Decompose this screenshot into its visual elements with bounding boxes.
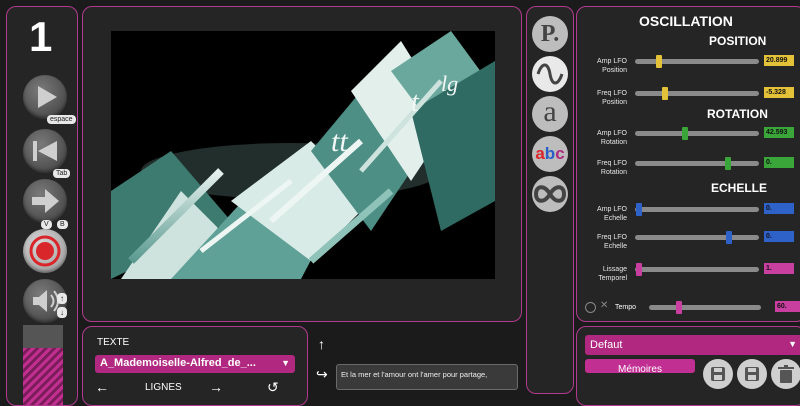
- play-button[interactable]: [23, 75, 67, 119]
- lissage-slider[interactable]: [635, 267, 759, 272]
- memory-panel: Defaut ▼ Mémoires: [576, 326, 800, 406]
- amp-echelle-slider[interactable]: [635, 207, 759, 212]
- preset-value: Defaut: [590, 339, 623, 351]
- rotation-title: ROTATION: [707, 107, 768, 121]
- freq-echelle-slider[interactable]: [635, 235, 759, 240]
- amp-rotation-thumb[interactable]: [682, 127, 689, 140]
- letter-a-icon: a: [543, 95, 557, 128]
- freq-echelle-label: Freq LFO Echelle: [597, 234, 627, 250]
- amp-echelle-label: Amp LFO Echelle: [597, 206, 627, 222]
- save-icon: [745, 367, 759, 381]
- next-shortcut: Tab: [53, 169, 71, 178]
- tab-paragraph[interactable]: P.: [532, 16, 568, 52]
- tempo-slider[interactable]: [649, 305, 761, 310]
- level-meter: [23, 325, 63, 405]
- close-icon[interactable]: ✕: [600, 300, 608, 311]
- freq-rotation-value[interactable]: 0.: [764, 157, 794, 168]
- current-line-box: Et la mer et l'amour ont l'amer pour par…: [336, 364, 518, 390]
- amp-rotation-slider[interactable]: [635, 131, 759, 136]
- rec-shortcut-b: B: [57, 220, 68, 229]
- track-number: 1: [29, 13, 53, 60]
- rec-shortcut-v: V: [41, 220, 52, 229]
- play-icon: [38, 86, 57, 108]
- volume-down-icon[interactable]: ↓: [57, 307, 67, 318]
- tab-loop[interactable]: [532, 176, 568, 212]
- amp-position-slider[interactable]: [635, 59, 759, 64]
- freq-echelle-value[interactable]: 0.: [764, 231, 794, 242]
- line-return-icon[interactable]: ↪: [316, 366, 328, 383]
- line-up-icon[interactable]: ↑: [318, 336, 325, 352]
- current-line-text: Et la mer et l'amour ont l'amer pour par…: [341, 370, 488, 379]
- tab-letter[interactable]: a: [532, 96, 568, 132]
- next-button[interactable]: [23, 179, 67, 223]
- text-panel-title: TEXTE: [97, 337, 130, 348]
- line-next-button[interactable]: →: [209, 379, 223, 395]
- trash-icon: [778, 365, 794, 383]
- save-button[interactable]: [737, 359, 767, 389]
- freq-position-thumb[interactable]: [662, 87, 669, 100]
- freq-position-slider[interactable]: [635, 91, 759, 96]
- line-prev-button[interactable]: ←: [95, 379, 109, 395]
- preview-panel: tt t lg: [82, 6, 522, 322]
- text-file-value: A_Mademoiselle-Alfred_de_...: [100, 357, 256, 369]
- delete-button[interactable]: [771, 359, 800, 389]
- record-icon: [29, 235, 61, 267]
- freq-echelle-thumb[interactable]: [725, 231, 732, 244]
- echelle-title: ECHELLE: [711, 181, 768, 195]
- record-button[interactable]: [23, 229, 67, 273]
- render-preview: tt t lg: [111, 31, 495, 279]
- tempo-thumb[interactable]: [675, 301, 682, 314]
- infinity-icon: [533, 185, 567, 203]
- amp-position-thumb[interactable]: [656, 55, 663, 68]
- svg-text:tt: tt: [331, 125, 348, 158]
- abc-icon: abc: [535, 144, 565, 163]
- lines-label: LIGNES: [145, 382, 182, 393]
- oscillation-title: OSCILLATION: [639, 13, 733, 29]
- previous-button[interactable]: [23, 129, 67, 173]
- tempo-value[interactable]: 60.: [775, 301, 800, 312]
- freq-rotation-label: Freq LFO Rotation: [597, 160, 627, 176]
- amp-position-label: Amp LFO Position: [597, 58, 627, 74]
- text-file-select[interactable]: A_Mademoiselle-Alfred_de_... ▼: [95, 355, 295, 373]
- amp-echelle-value[interactable]: 0.: [764, 203, 794, 214]
- amp-rotation-label: Amp LFO Rotation: [597, 130, 627, 146]
- amp-echelle-thumb[interactable]: [636, 203, 643, 216]
- skip-back-icon: [33, 141, 57, 161]
- svg-text:t: t: [411, 87, 420, 118]
- tempo-label: Tempo: [615, 304, 637, 311]
- reset-icon[interactable]: ↺: [267, 379, 279, 396]
- preset-select[interactable]: Defaut ▼: [585, 335, 800, 355]
- volume-up-icon[interactable]: ↑: [57, 293, 67, 304]
- chevron-down-icon: ▼: [281, 358, 290, 368]
- save-as-button[interactable]: [703, 359, 733, 389]
- lissage-label: Lissage Temporel: [598, 266, 627, 282]
- save-as-icon: [711, 367, 725, 381]
- memories-button[interactable]: Mémoires: [585, 359, 695, 375]
- transport-panel: 1 espace Tab V B ↑ ↓: [6, 6, 78, 406]
- freq-rotation-thumb[interactable]: [724, 157, 731, 170]
- chevron-down-icon: ▼: [788, 339, 797, 349]
- lissage-value[interactable]: 1.: [764, 263, 794, 274]
- amp-rotation-value[interactable]: 42.593: [764, 127, 794, 138]
- level-meter-fill: [23, 347, 63, 405]
- svg-text:lg: lg: [441, 71, 458, 96]
- paragraph-icon: P.: [540, 21, 560, 47]
- tab-color-text[interactable]: abc: [532, 136, 568, 172]
- tab-oscillation[interactable]: [532, 56, 568, 92]
- sync-toggle-icon[interactable]: [585, 302, 596, 313]
- position-title: POSITION: [709, 34, 767, 48]
- freq-position-value[interactable]: -5.328: [764, 87, 794, 98]
- lissage-thumb[interactable]: [636, 263, 643, 276]
- text-panel: TEXTE A_Mademoiselle-Alfred_de_... ▼ ← L…: [82, 326, 308, 406]
- oscillation-panel: OSCILLATION POSITION ROTATION ECHELLE Am…: [576, 6, 800, 322]
- play-shortcut: espace: [47, 115, 76, 124]
- sine-wave-icon: [536, 63, 564, 85]
- arrow-right-icon: [32, 189, 59, 213]
- freq-rotation-slider[interactable]: [635, 161, 759, 166]
- memories-button-label: Mémoires: [618, 364, 662, 375]
- freq-position-label: Freq LFO Position: [597, 90, 627, 106]
- amp-position-value[interactable]: 20.899: [764, 55, 794, 66]
